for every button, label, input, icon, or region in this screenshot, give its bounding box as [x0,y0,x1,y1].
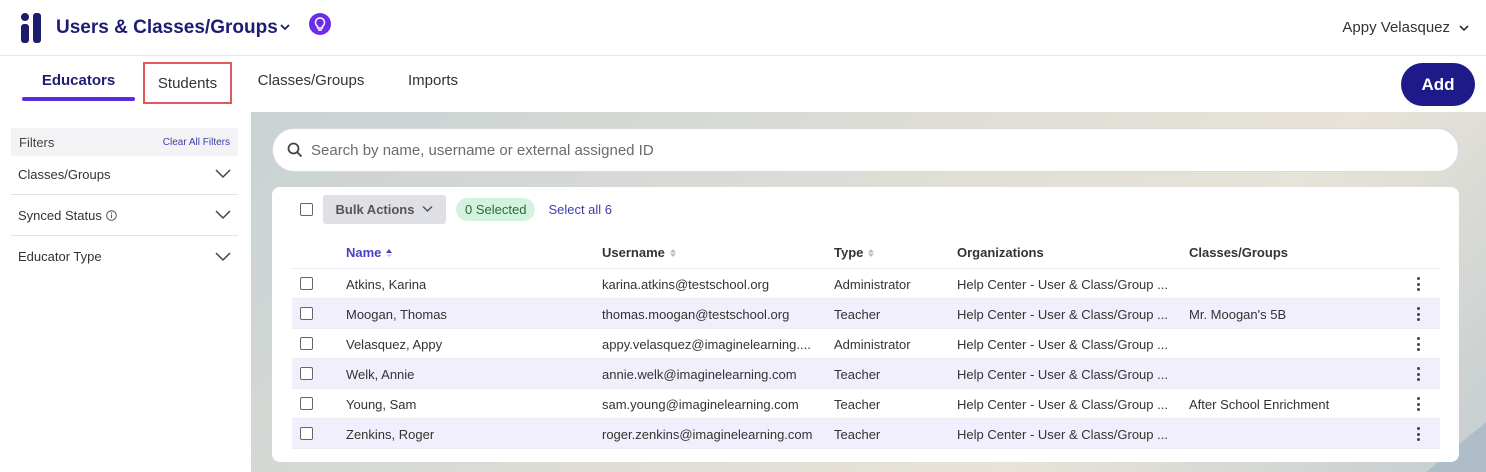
tab-bar: Educators Students Classes/Groups Import… [0,56,1486,112]
cell-username: roger.zenkins@imaginelearning.com [602,427,813,442]
add-button[interactable]: Add [1401,63,1475,106]
column-header-name[interactable]: Name [346,245,393,260]
filter-label: Classes/Groups [18,166,111,182]
more-options-icon[interactable] [1413,427,1423,441]
chevron-down-icon[interactable] [278,20,292,34]
column-label: Type [834,245,864,260]
filter-label: Educator Type [18,249,102,264]
cell-name: Zenkins, Roger [346,427,435,442]
select-all-link[interactable]: Select all 6 [548,202,612,217]
chevron-down-icon [215,210,231,220]
cell-name: Young, Sam [346,397,417,412]
cell-organization: Help Center - User & Class/Group ... [957,397,1168,412]
filter-synced-status[interactable]: Synced Status [11,195,238,236]
filters-header: Filters Clear All Filters [11,128,238,156]
column-label: Username [602,245,665,260]
table-row[interactable]: Young, Sam sam.young@imaginelearning.com… [292,389,1440,419]
column-header-type[interactable]: Type [834,245,875,260]
column-header-username[interactable]: Username [602,245,677,260]
bulk-actions-button[interactable]: Bulk Actions [323,194,446,224]
cell-organization: Help Center - User & Class/Group ... [957,367,1168,382]
row-checkbox[interactable] [300,397,313,410]
more-options-icon[interactable] [1413,277,1423,291]
user-name: Appy Velasquez [1342,19,1450,36]
row-checkbox[interactable] [300,427,313,440]
clear-all-filters-link[interactable]: Clear All Filters [163,137,230,148]
filter-classes-groups[interactable]: Classes/Groups [11,154,238,195]
cell-username: annie.welk@imaginelearning.com [602,367,797,382]
chevron-down-icon [215,251,231,261]
cell-username: karina.atkins@testschool.org [602,277,770,292]
sort-ascending-icon [386,248,393,257]
table-row[interactable]: Atkins, Karina karina.atkins@testschool.… [292,269,1440,299]
select-all-checkbox[interactable] [300,202,313,216]
bulk-actions-label: Bulk Actions [335,201,415,217]
app-logo-icon[interactable] [21,12,43,44]
more-options-icon[interactable] [1413,307,1423,321]
tab-students[interactable]: Students [143,62,232,104]
column-header-organizations: Organizations [957,245,1044,260]
cell-name: Moogan, Thomas [346,307,447,322]
top-bar: Users & Classes/Groups Appy Velasquez [0,0,1486,56]
tab-classes-groups[interactable]: Classes/Groups [250,56,372,104]
search-input[interactable] [311,141,1411,159]
educators-table-card: Bulk Actions 0 Selected Select all 6 Nam… [272,187,1459,462]
row-checkbox[interactable] [300,277,313,290]
cell-username: sam.young@imaginelearning.com [602,397,799,412]
filter-educator-type[interactable]: Educator Type [11,236,238,277]
cell-name: Atkins, Karina [346,277,427,292]
cell-type: Teacher [834,367,881,382]
filter-label: Synced Status [18,207,102,223]
search-icon [287,142,303,158]
cell-type: Teacher [834,397,881,412]
lightbulb-icon[interactable] [309,13,331,35]
cell-organization: Help Center - User & Class/Group ... [957,307,1168,322]
cell-organization: Help Center - User & Class/Group ... [957,337,1168,352]
table-header: Name Username Type Organizations Classes… [292,237,1440,269]
table-toolbar: Bulk Actions 0 Selected Select all 6 [300,194,612,224]
cell-classes: Mr. Moogan's 5B [1189,307,1287,322]
column-header-classes-groups: Classes/Groups [1189,245,1288,260]
cell-organization: Help Center - User & Class/Group ... [957,427,1168,442]
table-row[interactable]: Moogan, Thomas thomas.moogan@testschool.… [292,299,1440,329]
sort-icon [669,248,676,257]
cell-type: Administrator [834,337,911,352]
row-checkbox[interactable] [300,307,313,320]
filters-label: Filters [19,134,55,150]
cell-type: Administrator [834,277,911,292]
more-options-icon[interactable] [1413,397,1423,411]
cell-classes: After School Enrichment [1189,397,1330,412]
main-content: Bulk Actions 0 Selected Select all 6 Nam… [251,112,1486,472]
cell-username: thomas.moogan@testschool.org [602,307,790,322]
cell-organization: Help Center - User & Class/Group ... [957,277,1168,292]
cell-type: Teacher [834,427,881,442]
table-row[interactable]: Velasquez, Appy appy.velasquez@imaginele… [292,329,1440,359]
more-options-icon[interactable] [1413,337,1423,351]
selected-count-badge: 0 Selected [456,197,536,221]
chevron-down-icon [1459,24,1469,31]
page-title: Users & Classes/Groups [56,17,278,38]
sort-icon [868,248,875,257]
chevron-down-icon [422,205,434,213]
column-label: Name [346,245,382,260]
cell-username: appy.velasquez@imaginelearning.... [602,337,811,352]
search-bar[interactable] [272,128,1459,172]
tab-imports[interactable]: Imports [397,56,469,104]
table-row[interactable]: Welk, Annie annie.welk@imaginelearning.c… [292,359,1440,389]
cell-type: Teacher [834,307,881,322]
row-checkbox[interactable] [300,367,313,380]
chevron-down-icon [215,169,231,179]
row-checkbox[interactable] [300,337,313,350]
info-icon[interactable] [106,209,117,221]
table-body: Atkins, Karina karina.atkins@testschool.… [292,269,1440,449]
user-menu[interactable]: Appy Velasquez [1342,19,1470,36]
filters-sidebar: Filters Clear All Filters Classes/Groups… [0,112,251,472]
table-row[interactable]: Zenkins, Roger roger.zenkins@imaginelear… [292,419,1440,449]
cell-name: Velasquez, Appy [346,337,443,352]
more-options-icon[interactable] [1413,367,1423,381]
active-tab-indicator [22,97,135,101]
cell-name: Welk, Annie [346,367,415,382]
